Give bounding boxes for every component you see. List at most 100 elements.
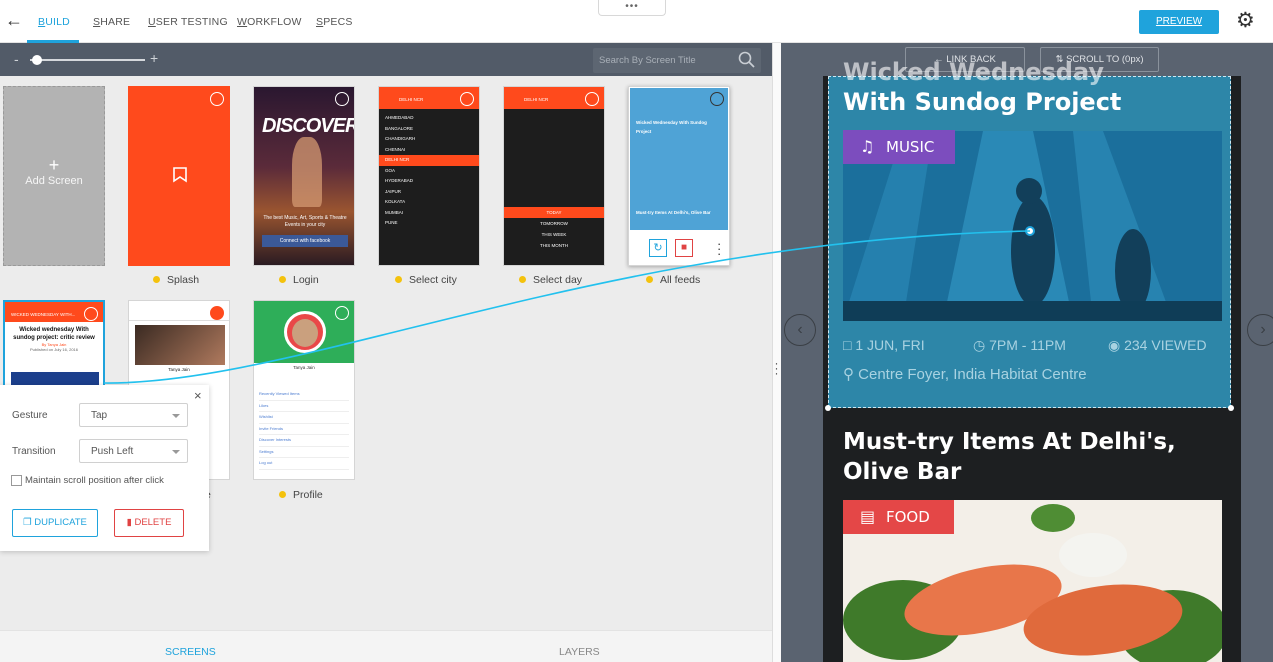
music-tag: ♫ MUSIC bbox=[843, 130, 955, 164]
event-venue: ⚲ Centre Foyer, India Habitat Centre bbox=[843, 366, 1087, 383]
select-circle-icon[interactable] bbox=[210, 306, 224, 320]
city-list-item: DELHI NCR bbox=[379, 155, 479, 166]
screen-thumb-login[interactable]: DISCOVER The best Music, Art, Sports & T… bbox=[253, 86, 355, 266]
more-vertical-icon[interactable]: · · · bbox=[717, 237, 721, 260]
tab-layers[interactable]: LAYERS bbox=[559, 646, 600, 658]
preview-button[interactable]: PREVIEW bbox=[1139, 10, 1219, 34]
day-list-item: THIS MONTH bbox=[540, 243, 568, 248]
prev-screen-arrow-icon[interactable]: ‹ bbox=[784, 314, 816, 346]
trash-icon[interactable]: ■ bbox=[675, 239, 693, 257]
profile-menu-item: Invite Friends bbox=[259, 424, 349, 435]
add-screen-button[interactable]: + Add Screen bbox=[3, 86, 105, 266]
replace-icon[interactable]: ↻ bbox=[649, 239, 667, 257]
screen-label-splash: Splash bbox=[153, 274, 199, 286]
music-note-icon: ♫ bbox=[860, 137, 875, 156]
burger-icon: ▤ bbox=[860, 507, 876, 526]
resize-handle[interactable] bbox=[1228, 405, 1234, 411]
drag-handle-icon[interactable]: · · · bbox=[773, 357, 780, 379]
chevron-down-icon bbox=[172, 414, 180, 418]
select-circle-icon[interactable] bbox=[210, 92, 224, 106]
profile-menu-item: Log out bbox=[259, 458, 349, 470]
screen-label-profile: Profile bbox=[279, 489, 323, 501]
city-list-item: GOA bbox=[385, 167, 396, 173]
tab-user-testing[interactable]: USER TESTING bbox=[148, 16, 228, 28]
maintain-scroll-checkbox[interactable] bbox=[11, 475, 22, 486]
facebook-button: Connect with facebook bbox=[262, 235, 348, 247]
screen-thumb-select-city[interactable]: DELHI NCR AHMEDABAD BANGALORE CHANDIGARH CH… bbox=[378, 86, 480, 266]
transition-select[interactable]: Push Left bbox=[79, 439, 188, 463]
city-list-item: HYDERABAD bbox=[385, 178, 414, 183]
tab-build[interactable]: BUILD bbox=[38, 16, 70, 28]
more-handle[interactable]: ••• bbox=[598, 0, 666, 16]
city-list-item: PUNE bbox=[385, 220, 398, 225]
close-icon[interactable]: × bbox=[194, 388, 202, 403]
app-root: ← BUILD SHARE USER TESTING WORKFLOW SPEC… bbox=[0, 0, 1273, 662]
add-icon: + bbox=[48, 155, 60, 175]
select-circle-icon[interactable] bbox=[710, 92, 724, 106]
tab-specs[interactable]: SPECS bbox=[316, 16, 353, 28]
card1-title-line1: Wicked Wednesday bbox=[843, 58, 1105, 86]
event-views: ◉ 234 VIEWED bbox=[1108, 337, 1207, 353]
select-circle-icon[interactable] bbox=[585, 92, 599, 106]
profile-menu-item: Wishlist bbox=[259, 412, 349, 424]
article-date: Published on July 16, 2016 bbox=[29, 347, 79, 352]
search-icon[interactable] bbox=[737, 50, 757, 70]
resize-handle[interactable] bbox=[825, 405, 831, 411]
tab-share[interactable]: SHARE bbox=[93, 16, 130, 28]
profile-menu: Recently Viewed Items Likes Wishlist Invite… bbox=[259, 389, 349, 470]
profile-name: Tanya Jain bbox=[293, 365, 315, 370]
event-date: □ 1 JUN, FRI bbox=[843, 337, 925, 353]
select-circle-icon[interactable] bbox=[460, 92, 474, 106]
screen-label-select-city: Select city bbox=[395, 274, 457, 286]
city-list: AHMEDABAD BANGALORE CHANDIGARH CHENNAI DELHI… bbox=[379, 109, 479, 229]
search-input[interactable] bbox=[599, 53, 734, 68]
tanya-name: Tanya Jain bbox=[168, 367, 190, 372]
screen-label-select-day: Select day bbox=[519, 274, 582, 286]
copy-icon: ❐ bbox=[23, 517, 35, 528]
city-list-item: BANGALORE bbox=[385, 125, 414, 131]
zoom-slider-knob[interactable] bbox=[31, 55, 42, 65]
day-list-item: THIS WEEK bbox=[541, 232, 567, 237]
location-pin-icon: ⚲ bbox=[843, 366, 859, 383]
gesture-select[interactable]: Tap bbox=[79, 403, 188, 427]
screen-thumb-select-day[interactable]: DELHI NCR TODAY TOMORROW THIS WEEK THIS MON… bbox=[503, 86, 605, 266]
city-list-item: AHMEDABAD bbox=[385, 115, 414, 120]
screen-search bbox=[593, 48, 761, 73]
profile-menu-item: Discover Interests bbox=[259, 435, 349, 447]
card1-title-line2: With Sundog Project bbox=[843, 88, 1122, 116]
transition-label: Transition bbox=[12, 446, 56, 457]
maintain-scroll-label: Maintain scroll position after click bbox=[25, 475, 164, 486]
gear-icon[interactable]: ⚙ bbox=[1236, 9, 1255, 33]
back-arrow-icon[interactable]: ← bbox=[5, 10, 23, 31]
city-list-item: KOLKATA bbox=[385, 199, 406, 204]
tab-workflow[interactable]: WORKFLOW bbox=[237, 16, 302, 28]
select-circle-icon[interactable] bbox=[84, 307, 98, 321]
add-screen-label: Add Screen bbox=[25, 175, 83, 187]
tanya-photo bbox=[135, 325, 225, 365]
day-list: TODAY TOMORROW THIS WEEK THIS MONTH bbox=[504, 207, 604, 251]
select-circle-icon[interactable] bbox=[335, 92, 349, 106]
next-screen-arrow-icon[interactable]: › bbox=[1247, 314, 1273, 346]
login-tagline: The best Music, Art, Sports & Theatre Ev… bbox=[263, 215, 347, 228]
event-time: ◷ 7PM - 11PM bbox=[973, 337, 1066, 353]
duplicate-button[interactable]: ❐ DUPLICATE bbox=[12, 509, 98, 537]
profile-menu-item: Likes bbox=[259, 401, 349, 412]
performer-image bbox=[292, 137, 322, 207]
zoom-slider[interactable] bbox=[30, 59, 145, 61]
delete-button[interactable]: ▮ DELETE bbox=[114, 509, 184, 537]
screen-thumb-splash[interactable] bbox=[128, 86, 230, 266]
link-anchor-handle[interactable] bbox=[1025, 226, 1035, 236]
screen-thumb-all-feeds[interactable]: Wicked Wednesday With Sundog Project Mus… bbox=[628, 86, 730, 266]
tab-screens[interactable]: SCREENS bbox=[165, 646, 216, 658]
screen-label-all-feeds: All feeds bbox=[646, 274, 700, 286]
zoom-out-button[interactable]: - bbox=[14, 51, 19, 67]
panel-divider[interactable] bbox=[772, 43, 781, 662]
select-circle-icon[interactable] bbox=[335, 306, 349, 320]
avatar bbox=[292, 319, 318, 347]
login-title: DISCOVER bbox=[262, 115, 355, 137]
screen-thumb-profile[interactable]: Tanya Jain Recently Viewed Items Likes Wis… bbox=[253, 300, 355, 480]
profile-menu-item: Settings bbox=[259, 447, 349, 458]
calendar-icon: □ bbox=[843, 337, 856, 353]
bottom-tabs: SCREENS LAYERS bbox=[0, 630, 772, 662]
zoom-in-button[interactable]: + bbox=[150, 50, 158, 66]
